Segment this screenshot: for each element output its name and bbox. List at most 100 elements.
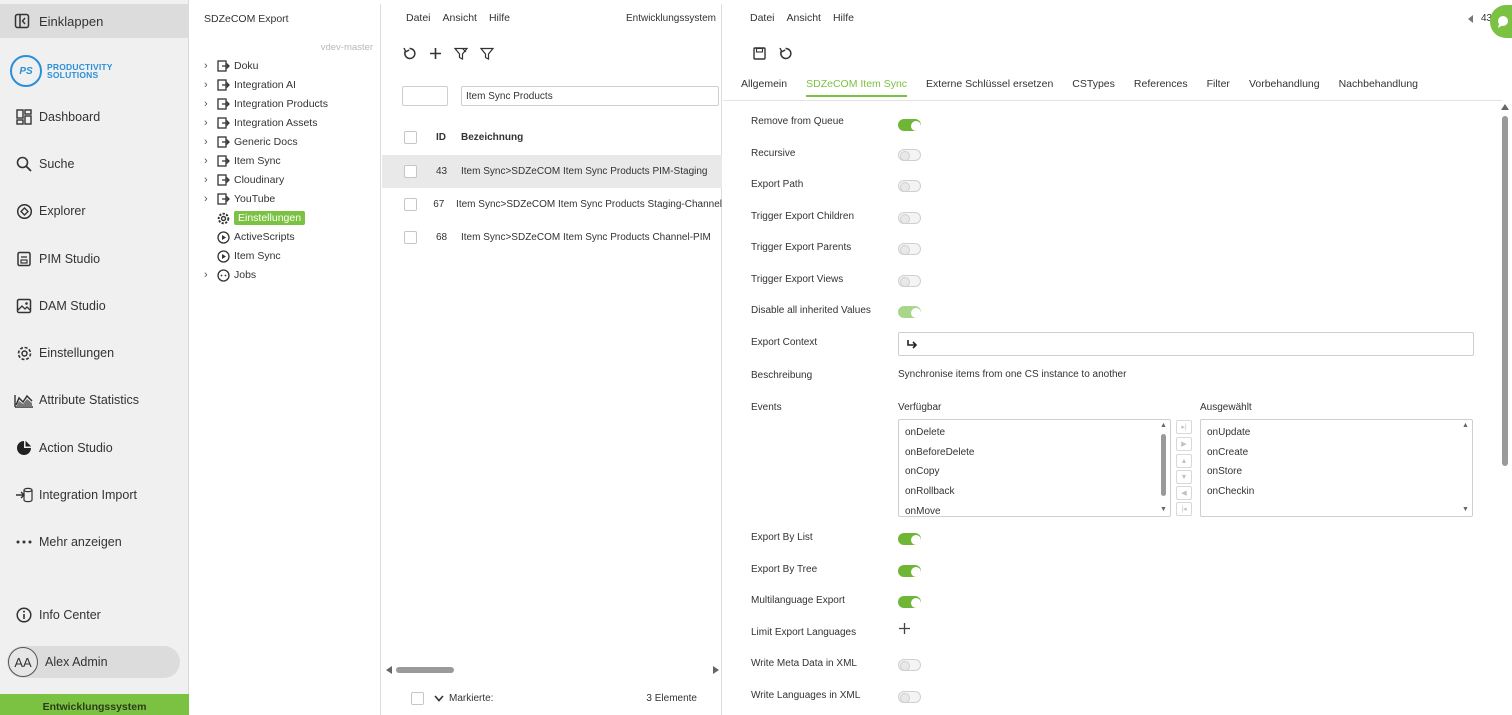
scroll-down-icon[interactable]: ▼ (1462, 506, 1469, 513)
chevron-right-icon[interactable]: › (204, 117, 216, 129)
tree-node[interactable]: › Integration Products (204, 95, 328, 113)
selected-events-list[interactable]: onUpdate onCreate onStore onCheckin ▲ ▼ (1200, 419, 1473, 517)
chevron-right-icon[interactable]: › (204, 136, 216, 148)
nav-dashboard[interactable]: Dashboard (0, 102, 189, 132)
menu-ansicht[interactable]: Ansicht (443, 12, 477, 24)
menu-ansicht[interactable]: Ansicht (787, 12, 821, 24)
beschreibung-value[interactable]: Synchronise items from one CS instance t… (898, 369, 1126, 380)
table-row[interactable]: 67 Item Sync>SDZeCOM Item Sync Products S… (382, 188, 722, 221)
tab-item[interactable]: Nachbehandlung (1339, 78, 1418, 97)
toggle-write-languages[interactable] (898, 691, 921, 703)
detail-scrollbar[interactable] (1501, 104, 1509, 711)
table-row[interactable]: 43 Item Sync>SDZeCOM Item Sync Products P… (382, 155, 722, 188)
chevron-right-icon[interactable]: › (204, 155, 216, 167)
menu-hilfe[interactable]: Hilfe (489, 12, 510, 24)
toggle-trigger-export-parents[interactable] (898, 243, 921, 255)
row-checkbox[interactable] (404, 165, 417, 178)
available-event-item[interactable]: onBeforeDelete (905, 447, 975, 458)
footer-checkbox[interactable] (411, 691, 424, 705)
tree-node[interactable]: › Generic Docs (204, 133, 298, 151)
toggle-write-meta-data[interactable] (898, 659, 921, 671)
scroll-up-icon[interactable]: ▲ (1160, 422, 1167, 429)
scroll-down-icon[interactable]: ▼ (1160, 506, 1167, 513)
nav-action-studio[interactable]: Action Studio (0, 433, 189, 463)
search-input[interactable] (461, 86, 719, 106)
row-checkbox[interactable] (404, 198, 417, 211)
chevron-right-icon[interactable]: › (204, 269, 216, 281)
available-event-item[interactable]: onCopy (905, 466, 939, 477)
toggle-disable-inherited[interactable] (898, 306, 921, 318)
tab-item[interactable]: Filter (1207, 78, 1230, 97)
scroll-right-icon[interactable] (713, 666, 719, 674)
table-row[interactable]: 68 Item Sync>SDZeCOM Item Sync Products C… (382, 221, 722, 254)
move-down-button[interactable]: ▼ (1176, 470, 1192, 484)
tree-node[interactable]: Item Sync (204, 247, 281, 265)
available-events-list[interactable]: onDelete onBeforeDelete onCopy onRollback on… (898, 419, 1171, 517)
scroll-left-icon[interactable] (386, 666, 392, 674)
tree-node[interactable]: › Integration AI (204, 76, 296, 94)
chevron-right-icon[interactable]: › (204, 60, 216, 72)
user-menu[interactable]: AA Alex Admin (7, 646, 180, 678)
toggle-multilanguage-export[interactable] (898, 596, 921, 608)
reload-icon[interactable] (777, 45, 793, 61)
available-event-item[interactable]: onDelete (905, 427, 945, 438)
tree-node[interactable]: ActiveScripts (204, 228, 295, 246)
move-all-right-button[interactable]: ▸| (1176, 420, 1192, 434)
chevron-down-icon[interactable] (434, 694, 444, 702)
toggle-export-by-list[interactable] (898, 533, 921, 545)
chevron-right-icon[interactable]: › (204, 174, 216, 186)
nav-dam-studio[interactable]: DAM Studio (0, 291, 189, 321)
move-right-button[interactable]: ▶ (1176, 437, 1192, 451)
tab-item[interactable]: Allgemein (741, 78, 787, 97)
nav-pim-studio[interactable]: PIM Studio (0, 244, 189, 274)
tree-node[interactable]: Einstellungen (204, 209, 306, 227)
link-arrow-icon[interactable] (906, 339, 918, 350)
chevron-right-icon[interactable]: › (204, 79, 216, 91)
selected-event-item[interactable]: onStore (1207, 466, 1242, 477)
chevron-right-icon[interactable]: › (204, 98, 216, 110)
nav-suche[interactable]: Suche (0, 149, 189, 179)
export-context-input[interactable] (898, 332, 1474, 356)
nav-einstellungen[interactable]: Einstellungen (0, 338, 189, 368)
scroll-thumb[interactable] (396, 667, 454, 673)
tree-node[interactable]: › Doku (204, 57, 259, 75)
available-scroll-thumb[interactable] (1161, 434, 1166, 496)
add-language-icon[interactable] (898, 622, 911, 635)
select-all-checkbox[interactable] (404, 130, 417, 144)
nav-explorer[interactable]: Explorer (0, 196, 189, 226)
column-bezeichnung[interactable]: Bezeichnung (461, 132, 523, 143)
toggle-trigger-export-children[interactable] (898, 212, 921, 224)
move-up-button[interactable]: ▲ (1176, 454, 1192, 468)
chevron-right-icon[interactable]: › (204, 193, 216, 205)
tab-item[interactable]: SDZeCOM Item Sync (806, 78, 908, 97)
available-event-item[interactable]: onRollback (905, 486, 954, 497)
tree-node[interactable]: › Jobs (204, 266, 256, 284)
tree-node[interactable]: › Integration Assets (204, 114, 317, 132)
tree-node[interactable]: › YouTube (204, 190, 275, 208)
tree-node[interactable]: › Item Sync (204, 152, 281, 170)
selected-event-item[interactable]: onUpdate (1207, 427, 1250, 438)
horizontal-scrollbar[interactable] (386, 664, 719, 676)
move-all-left-button[interactable]: |◂ (1176, 502, 1192, 516)
filter-clear-icon[interactable] (453, 45, 469, 61)
menu-hilfe[interactable]: Hilfe (833, 12, 854, 24)
available-scrollbar[interactable]: ▲ ▼ (1159, 422, 1168, 514)
tab-item[interactable]: References (1134, 78, 1188, 97)
tab-item[interactable]: Externe Schlüssel ersetzen (926, 78, 1053, 97)
nav-mehr-anzeigen[interactable]: Mehr anzeigen (0, 527, 189, 557)
toggle-remove-from-queue[interactable] (898, 119, 921, 131)
refresh-icon[interactable] (401, 45, 417, 61)
menu-datei[interactable]: Datei (750, 12, 775, 24)
add-icon[interactable] (427, 45, 443, 61)
save-icon[interactable] (751, 45, 767, 61)
detail-scroll-thumb[interactable] (1502, 116, 1508, 466)
column-id[interactable]: ID (436, 132, 461, 143)
scroll-up-icon[interactable] (1501, 104, 1509, 110)
toggle-recursive[interactable] (898, 149, 921, 161)
collapse-button[interactable]: Einklappen (0, 4, 189, 38)
scroll-up-icon[interactable]: ▲ (1462, 422, 1469, 429)
filter-icon[interactable] (479, 45, 495, 61)
selected-event-item[interactable]: onCheckin (1207, 486, 1254, 497)
available-event-item[interactable]: onMove (905, 506, 941, 517)
caret-left-icon[interactable] (1468, 14, 1473, 23)
